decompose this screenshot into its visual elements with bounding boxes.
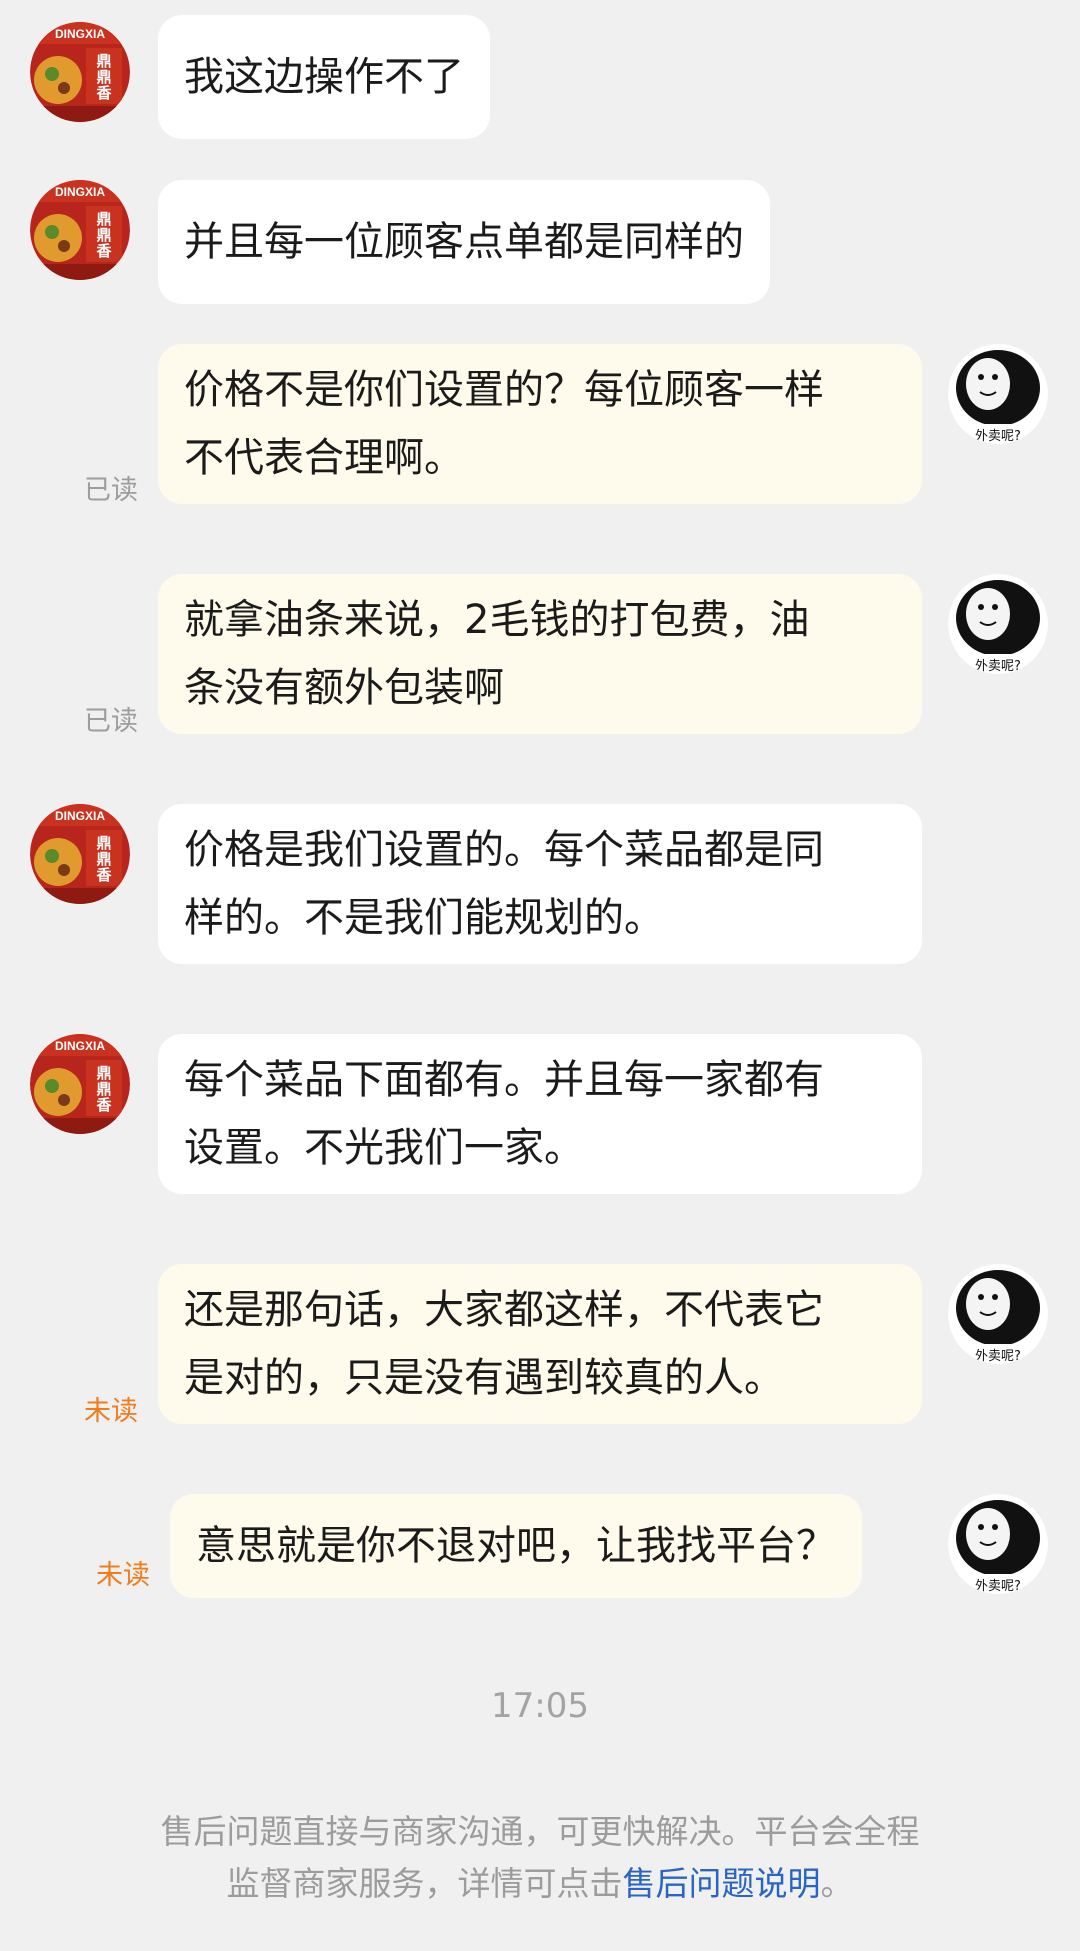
svg-text:外卖呢?: 外卖呢? xyxy=(975,1579,1021,1594)
message-text: 设置。不光我们一家。 xyxy=(184,1125,584,1171)
svg-text:DINGXIA: DINGXIA xyxy=(55,809,105,823)
notice-line: 售后问题直接与商家沟通，可更快解决。平台会全程 xyxy=(160,1812,920,1851)
message-bubble[interactable]: 价格不是你们设置的？每位顾客一样 不代表合理啊。 xyxy=(158,344,922,504)
chat-window: DINGXIA 鼎 鼎 香 我这边操作不了 DINGXIA 鼎 鼎 香 并且每一… xyxy=(0,0,1080,1951)
message-text: 不代表合理啊。 xyxy=(184,435,464,481)
message-text: 是对的，只是没有遇到较真的人。 xyxy=(184,1355,784,1401)
message-text: 条没有额外包装啊 xyxy=(184,665,504,711)
svg-text:DINGXIA: DINGXIA xyxy=(55,185,105,199)
message-text: 价格不是你们设置的？每位顾客一样 xyxy=(184,367,824,413)
message-bubble[interactable]: 就拿油条来说，2毛钱的打包费，油 条没有额外包装啊 xyxy=(158,574,922,734)
svg-text:DINGXIA: DINGXIA xyxy=(55,1039,105,1053)
svg-text:DINGXIA: DINGXIA xyxy=(55,27,105,41)
user-avatar-icon[interactable]: 外卖呢? xyxy=(948,344,1048,444)
message-bubble[interactable]: 还是那句话，大家都这样，不代表它 是对的，只是没有遇到较真的人。 xyxy=(158,1264,922,1424)
svg-text:外卖呢?: 外卖呢? xyxy=(975,659,1021,674)
user-avatar-icon[interactable]: 外卖呢? xyxy=(948,1494,1048,1594)
user-avatar-icon[interactable]: 外卖呢? xyxy=(948,1264,1048,1364)
message-bubble[interactable]: 价格是我们设置的。每个菜品都是同 样的。不是我们能规划的。 xyxy=(158,804,922,964)
after-sales-explanation-link[interactable]: 售后问题说明 xyxy=(623,1864,821,1903)
message-text: 每个菜品下面都有。并且每一家都有 xyxy=(184,1057,824,1103)
message-text: 样的。不是我们能规划的。 xyxy=(184,895,664,941)
user-avatar-icon[interactable]: 外卖呢? xyxy=(948,574,1048,674)
message-text: 还是那句话，大家都这样，不代表它 xyxy=(184,1287,824,1333)
shop-avatar-icon[interactable]: DINGXIA 鼎 鼎 香 xyxy=(30,1034,130,1134)
notice-text: 。 xyxy=(820,1864,854,1903)
svg-text:外卖呢?: 外卖呢? xyxy=(975,429,1021,444)
read-status: 已读 xyxy=(84,475,138,506)
svg-text:外卖呢?: 外卖呢? xyxy=(975,1349,1021,1364)
svg-text:香: 香 xyxy=(96,1096,111,1114)
timestamp: 17:05 xyxy=(491,1686,589,1726)
message-bubble[interactable]: 每个菜品下面都有。并且每一家都有 设置。不光我们一家。 xyxy=(158,1034,922,1194)
message-text: 意思就是你不退对吧，让我找平台？ xyxy=(196,1523,836,1569)
svg-text:香: 香 xyxy=(96,866,111,884)
shop-avatar-icon[interactable]: DINGXIA 鼎 鼎 香 xyxy=(30,180,130,280)
message-text: 我这边操作不了 xyxy=(184,54,464,100)
message-bubble[interactable]: 并且每一位顾客点单都是同样的 xyxy=(158,180,770,304)
message-bubble[interactable]: 意思就是你不退对吧，让我找平台？ xyxy=(170,1494,862,1598)
message-text: 价格是我们设置的。每个菜品都是同 xyxy=(184,827,824,873)
unread-status: 未读 xyxy=(96,1560,150,1591)
svg-text:香: 香 xyxy=(96,84,111,102)
unread-status: 未读 xyxy=(84,1396,138,1427)
shop-avatar-icon[interactable]: DINGXIA 鼎 鼎 香 xyxy=(30,804,130,904)
message-text: 就拿油条来说，2毛钱的打包费，油 xyxy=(184,597,810,643)
after-sales-notice: 售后问题直接与商家沟通，可更快解决。平台会全程 监督商家服务，详情可点击售后问题… xyxy=(0,1806,1080,1910)
svg-text:香: 香 xyxy=(96,242,111,260)
message-text: 并且每一位顾客点单都是同样的 xyxy=(184,219,744,265)
message-bubble[interactable]: 我这边操作不了 xyxy=(158,15,490,139)
shop-avatar-icon[interactable]: DINGXIA 鼎 鼎 香 xyxy=(30,22,130,122)
read-status: 已读 xyxy=(84,706,138,737)
notice-text: 监督商家服务，详情可点击 xyxy=(226,1864,623,1903)
notice-line: 监督商家服务，详情可点击售后问题说明。 xyxy=(0,1858,1080,1910)
